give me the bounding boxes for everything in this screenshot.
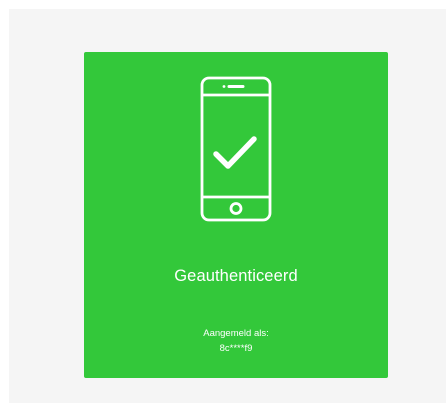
logged-in-account-id: 8c****f9	[219, 343, 253, 354]
logged-in-as-label: Aangemeld als:	[203, 328, 269, 339]
phone-check-icon	[200, 76, 272, 222]
authentication-status-title: Geauthenticeerd	[174, 267, 298, 285]
page-background: Geauthenticeerd Aangemeld als: 8c****f9	[9, 9, 446, 403]
authentication-status-card: Geauthenticeerd Aangemeld als: 8c****f9	[84, 52, 388, 378]
